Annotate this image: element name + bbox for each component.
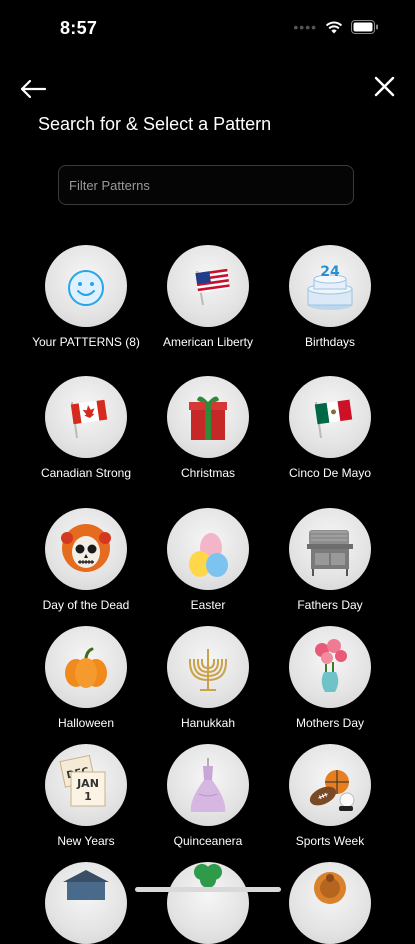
svg-text:1: 1 xyxy=(84,790,92,803)
pattern-thumbnail xyxy=(167,862,249,944)
pattern-thumbnail xyxy=(167,508,249,590)
pattern-label: Quinceanera xyxy=(173,834,243,848)
sports-balls-icon xyxy=(309,770,355,811)
pattern-label: Birthdays xyxy=(304,335,356,349)
pattern-thumbnail xyxy=(289,508,371,590)
flower-vase-icon xyxy=(315,639,347,692)
pattern-thumbnail xyxy=(45,245,127,327)
pattern-thumbnail xyxy=(289,376,371,458)
pattern-thumbnail xyxy=(289,862,371,944)
pattern-thumbnail xyxy=(45,862,127,944)
home-indicator[interactable] xyxy=(135,887,281,892)
turkey-icon xyxy=(314,872,346,904)
sugar-skull-icon xyxy=(61,524,111,572)
dress-icon xyxy=(190,758,226,812)
easter-eggs-icon xyxy=(189,533,228,577)
birthday-cake-icon: 24 xyxy=(307,264,353,310)
pattern-label: Easter xyxy=(190,598,226,612)
pattern-thumbnail xyxy=(289,626,371,708)
pattern-label: Day of the Dead xyxy=(42,598,130,612)
pattern-thumbnail: 24 xyxy=(289,245,371,327)
svg-text:24: 24 xyxy=(320,264,340,280)
house-icon xyxy=(63,870,109,900)
us-flag-icon xyxy=(195,268,230,306)
gift-box-icon xyxy=(189,396,227,440)
pattern-thumbnail xyxy=(45,626,127,708)
smiley-icon xyxy=(68,270,104,306)
grill-icon xyxy=(307,530,353,576)
pattern-thumbnail xyxy=(45,508,127,590)
pattern-label: Cinco De Mayo xyxy=(288,466,372,480)
pattern-label: New Years xyxy=(57,834,115,848)
clover-icon xyxy=(194,864,222,888)
pattern-label: Canadian Strong xyxy=(40,466,132,480)
pattern-thumbnail xyxy=(45,376,127,458)
pattern-label: Sports Week xyxy=(295,834,365,848)
pumpkin-icon xyxy=(65,647,107,688)
pattern-thumbnail xyxy=(167,744,249,826)
pattern-thumbnail: DEC JAN 1 xyxy=(45,744,127,826)
mexico-flag-icon xyxy=(314,399,353,439)
canada-flag-icon xyxy=(70,399,108,439)
menorah-icon xyxy=(189,649,227,691)
pattern-thumbnail xyxy=(167,376,249,458)
svg-text:JAN: JAN xyxy=(76,777,99,790)
pattern-thumbnail xyxy=(167,245,249,327)
pattern-thumbnail xyxy=(167,626,249,708)
pattern-thumbnail xyxy=(289,744,371,826)
pattern-label: American Liberty xyxy=(162,335,254,349)
pattern-label: Fathers Day xyxy=(297,598,363,612)
pattern-label: Mothers Day xyxy=(295,716,365,730)
calendar-jan-1-icon: DEC JAN 1 xyxy=(59,754,106,807)
pattern-label: Halloween xyxy=(57,716,115,730)
pattern-label: Hanukkah xyxy=(180,716,236,730)
pattern-label: Your PATTERNS (8) xyxy=(32,335,140,349)
pattern-label: Christmas xyxy=(180,466,235,480)
pattern-grid: Your PATTERNS (8) American Liberty 24 Bi… xyxy=(0,0,415,944)
